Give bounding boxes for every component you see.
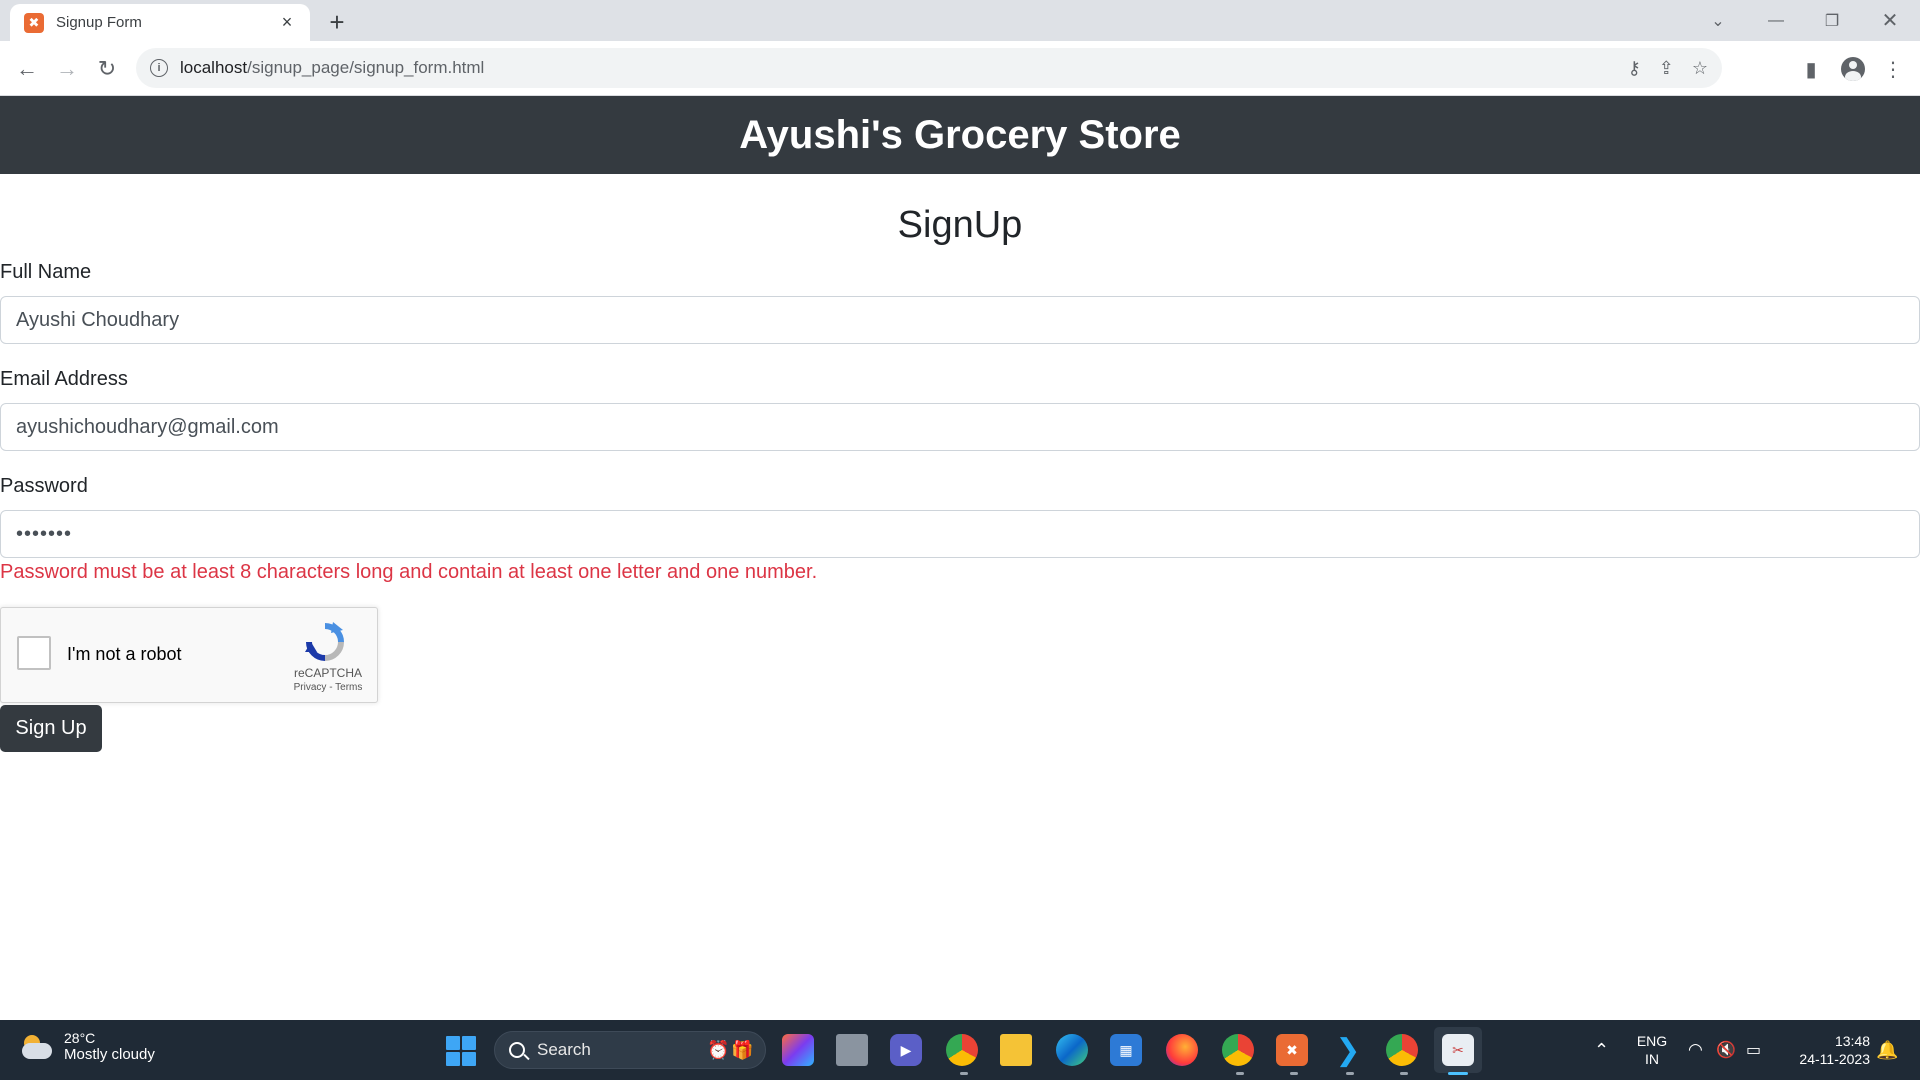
clock-date: 24-11-2023: [1799, 1051, 1870, 1067]
partly-cloudy-icon: [20, 1034, 54, 1059]
tab-title: Signup Form: [56, 14, 142, 31]
browser-toolbar: ← → ↻ i localhost/signup_page/signup_for…: [0, 41, 1920, 96]
email-label: Email Address: [0, 368, 128, 390]
chrome-profile-1-icon[interactable]: [946, 1034, 978, 1066]
battery-icon[interactable]: ▭: [1746, 1020, 1761, 1080]
windows-taskbar: 28°C Mostly cloudy Search ⏰ 🎁 ▶ ▦ ✖ ❯ ✂ …: [0, 1020, 1920, 1080]
microsoft-store-icon[interactable]: ▦: [1110, 1034, 1142, 1066]
taskbar-search-box[interactable]: Search ⏰ 🎁: [494, 1031, 766, 1069]
language-code: ENG: [1636, 1033, 1668, 1049]
wifi-icon[interactable]: ◠: [1688, 1020, 1703, 1080]
recaptcha-logo-icon: [305, 622, 344, 661]
weather-widget[interactable]: 28°C Mostly cloudy: [20, 1030, 155, 1063]
show-hidden-icons-chevron-icon[interactable]: ⌃: [1594, 1020, 1609, 1080]
running-indicator: [960, 1072, 968, 1075]
reload-icon[interactable]: ↻: [92, 54, 122, 84]
running-indicator: [1236, 1072, 1244, 1075]
address-bar[interactable]: i localhost/signup_page/signup_form.html…: [136, 48, 1722, 88]
back-arrow-icon[interactable]: ←: [12, 54, 42, 84]
taskbar-search-label: Search: [537, 1040, 591, 1059]
snipping-tool-icon[interactable]: ✂: [1442, 1034, 1474, 1066]
recaptcha-terms-link[interactable]: Privacy - Terms: [271, 682, 385, 693]
recaptcha-checkbox[interactable]: [17, 636, 51, 670]
site-info-icon[interactable]: i: [150, 59, 168, 77]
recaptcha-label: I'm not a robot: [67, 644, 182, 664]
vscode-icon[interactable]: ❯: [1332, 1034, 1364, 1067]
recaptcha-widget: I'm not a robot reCAPTCHA Privacy - Term…: [0, 607, 378, 703]
weather-description: Mostly cloudy: [64, 1046, 155, 1063]
new-tab-icon[interactable]: +: [323, 7, 351, 37]
tab-search-chevron-icon[interactable]: ⌄: [1690, 0, 1746, 41]
chrome-icon[interactable]: [1386, 1034, 1418, 1066]
email-input[interactable]: ayushichoudhary@gmail.com: [0, 403, 1920, 451]
minimize-icon[interactable]: —: [1748, 0, 1804, 41]
browser-tab-strip: ✖ Signup Form × + ⌄ — ❐ ✕: [0, 0, 1920, 41]
firefox-icon[interactable]: [1166, 1034, 1198, 1066]
tab-close-icon[interactable]: ×: [276, 12, 298, 34]
form-title: SignUp: [897, 204, 1023, 246]
menu-kebab-icon[interactable]: ⋮: [1878, 54, 1908, 84]
chrome-profile-2-icon[interactable]: [1222, 1034, 1254, 1066]
speaker-muted-icon[interactable]: 🔇: [1716, 1020, 1736, 1080]
running-indicator: [1400, 1072, 1408, 1075]
full-name-label: Full Name: [0, 261, 92, 283]
task-view-icon[interactable]: [836, 1034, 868, 1066]
share-icon[interactable]: ⇪: [1659, 58, 1674, 79]
clock-time: 13:48: [1834, 1033, 1870, 1049]
full-name-input[interactable]: Ayushi Choudhary: [0, 296, 1920, 344]
profile-avatar-icon[interactable]: [1838, 54, 1868, 84]
site-title: Ayushi's Grocery Store: [739, 112, 1181, 157]
recaptcha-brand: reCAPTCHA: [293, 666, 362, 680]
page-viewport: Ayushi's Grocery Store SignUp Full Name …: [0, 96, 1920, 1020]
copilot-icon[interactable]: [782, 1034, 814, 1066]
region-code: IN: [1645, 1051, 1659, 1067]
weather-temperature: 28°C: [64, 1030, 96, 1046]
side-panel-icon[interactable]: ▮: [1796, 54, 1826, 84]
running-indicator: [1346, 1072, 1354, 1075]
password-label: Password: [0, 475, 88, 497]
notification-bell-icon[interactable]: 🔔: [1876, 1020, 1898, 1080]
teams-chat-icon[interactable]: ▶: [890, 1034, 922, 1066]
bookmark-star-icon[interactable]: ☆: [1692, 58, 1708, 79]
file-explorer-icon[interactable]: [1000, 1034, 1032, 1066]
edge-browser-icon[interactable]: [1056, 1034, 1088, 1066]
gift-icon: 🎁: [731, 1040, 754, 1060]
restore-icon[interactable]: ❐: [1804, 0, 1860, 41]
site-header: Ayushi's Grocery Store: [0, 96, 1920, 174]
running-indicator: [1290, 1072, 1298, 1075]
close-window-icon[interactable]: ✕: [1862, 0, 1918, 41]
xampp-favicon-icon: ✖: [24, 12, 44, 33]
sign-up-button[interactable]: Sign Up: [0, 705, 102, 752]
active-indicator: [1448, 1072, 1468, 1075]
browser-tab[interactable]: ✖ Signup Form ×: [10, 4, 310, 41]
taskbar-clock[interactable]: 13:48 24-11-2023: [1782, 1032, 1870, 1068]
password-error-message: Password must be at least 8 characters l…: [0, 561, 818, 583]
search-icon: [509, 1042, 525, 1058]
xampp-icon[interactable]: ✖: [1276, 1034, 1308, 1066]
password-input[interactable]: •••••••: [0, 510, 1920, 558]
alarm-clock-icon: ⏰: [707, 1040, 730, 1060]
key-icon[interactable]: ⚷: [1628, 58, 1641, 79]
language-indicator[interactable]: ENG IN: [1634, 1032, 1670, 1068]
url-text: localhost/signup_page/signup_form.html: [180, 58, 485, 77]
windows-start-icon[interactable]: [446, 1036, 476, 1066]
forward-arrow-icon[interactable]: →: [52, 54, 82, 84]
